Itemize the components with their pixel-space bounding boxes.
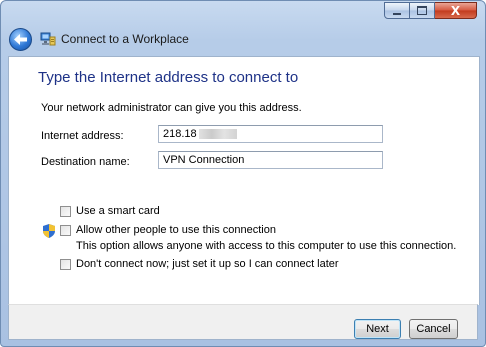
close-button[interactable]: X: [435, 2, 477, 19]
smart-card-label: Use a smart card: [76, 205, 160, 217]
allow-others-note: This option allows anyone with access to…: [76, 240, 457, 252]
back-button[interactable]: [9, 27, 32, 51]
caption-buttons: X: [384, 2, 477, 19]
cancel-button[interactable]: Cancel: [409, 319, 458, 339]
dont-connect-option[interactable]: Don't connect now; just set it up so I c…: [60, 258, 339, 270]
wizard-header: Connect to a Workplace: [7, 26, 479, 52]
internet-address-value: 218.18: [163, 128, 197, 140]
main-instruction: Type the Internet address to connect to: [38, 69, 299, 86]
internet-address-field[interactable]: 218.18: [158, 125, 383, 143]
allow-others-option[interactable]: Allow other people to use this connectio…: [60, 224, 276, 236]
destination-name-label: Destination name:: [41, 156, 130, 168]
destination-name-value: VPN Connection: [163, 154, 245, 166]
destination-name-field[interactable]: VPN Connection: [158, 151, 383, 169]
maximize-icon: [417, 6, 427, 15]
window-title: Connect to a Workplace: [61, 32, 189, 46]
workplace-network-icon: [40, 32, 56, 46]
internet-address-label: Internet address:: [41, 130, 124, 142]
minimize-button[interactable]: [384, 2, 410, 19]
dont-connect-checkbox[interactable]: [60, 258, 71, 270]
wizard-footer: Next Cancel: [8, 304, 478, 340]
instruction-subtext: Your network administrator can give you …: [41, 102, 302, 114]
wizard-window: X Connect to a Workplace Type the Intern…: [0, 0, 486, 347]
maximize-button[interactable]: [410, 2, 435, 19]
allow-others-checkbox[interactable]: [60, 224, 71, 236]
next-button[interactable]: Next: [354, 319, 401, 339]
dont-connect-label: Don't connect now; just set it up so I c…: [76, 258, 339, 270]
wizard-content: Type the Internet address to connect to …: [8, 56, 480, 305]
close-icon: X: [450, 3, 461, 18]
minimize-icon: [393, 12, 401, 15]
smart-card-option[interactable]: Use a smart card: [60, 205, 160, 217]
smart-card-checkbox[interactable]: [60, 205, 71, 217]
uac-shield-icon: [43, 224, 55, 238]
allow-others-label: Allow other people to use this connectio…: [76, 224, 276, 236]
back-arrow-icon: [14, 33, 27, 45]
redacted-address-part: [198, 129, 237, 140]
